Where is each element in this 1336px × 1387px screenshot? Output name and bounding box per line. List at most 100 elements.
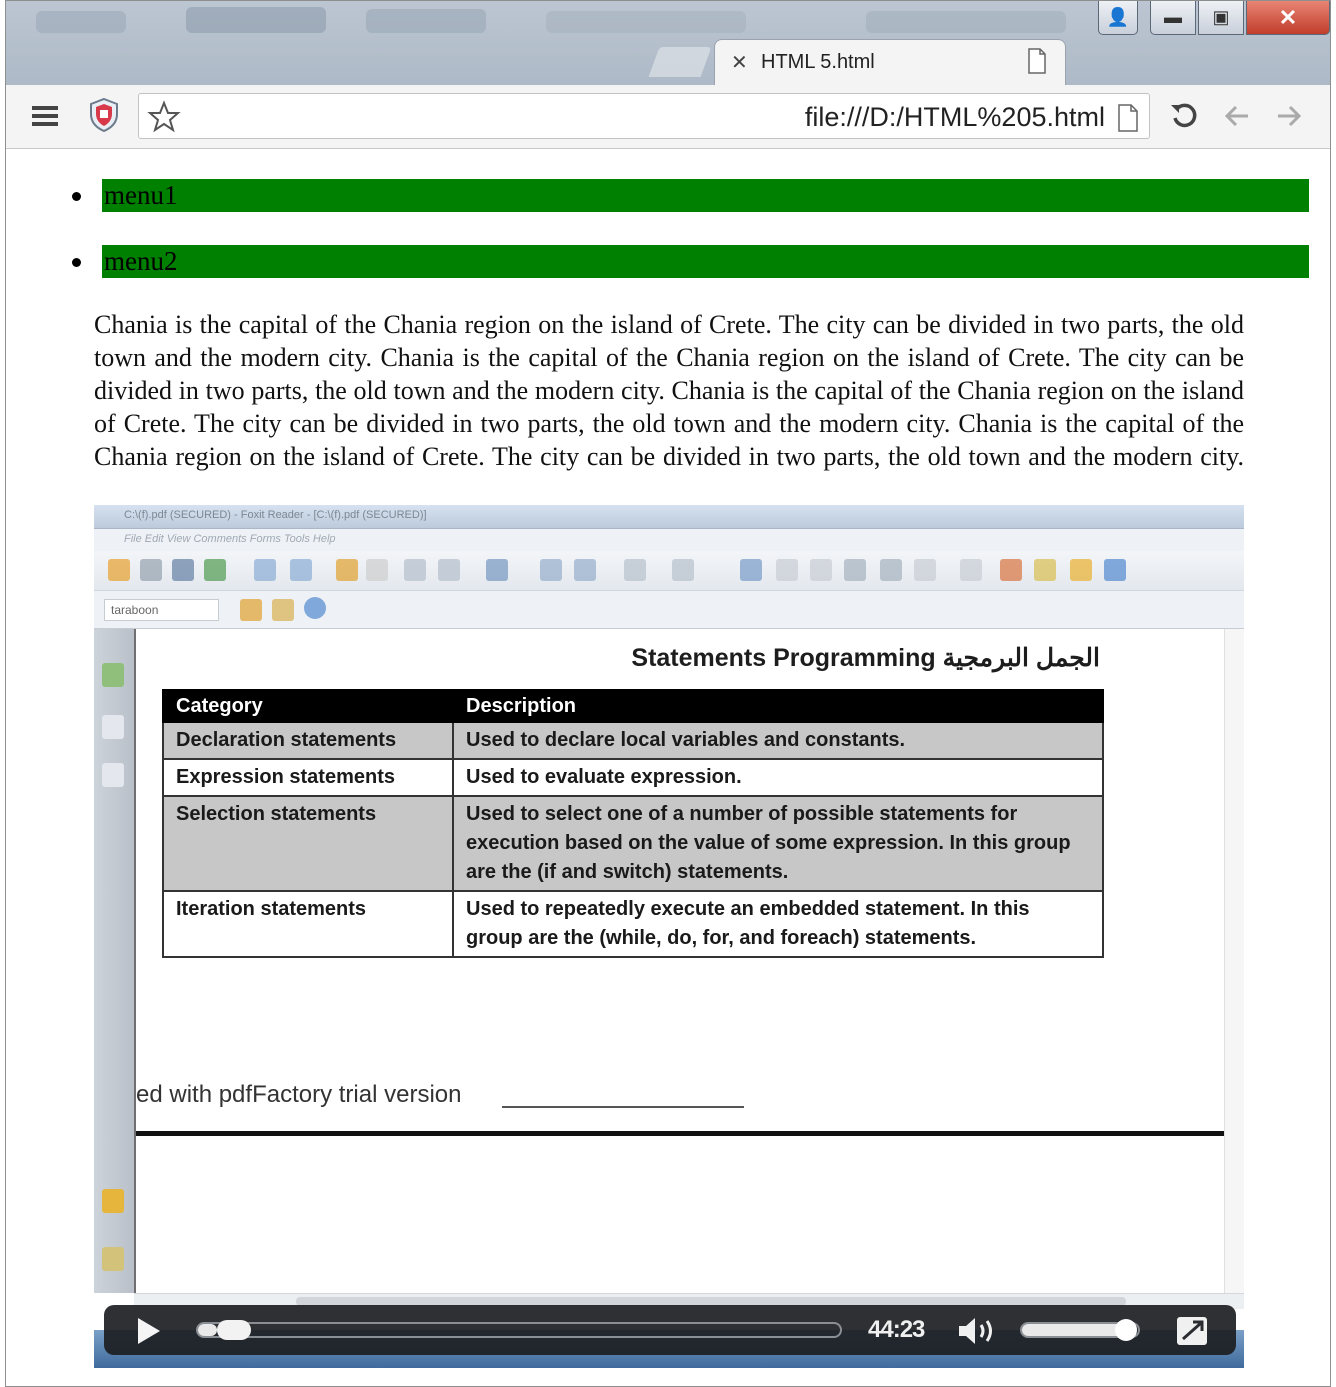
document-heading: Statements Programming الجمل البرمجية bbox=[631, 644, 1100, 672]
pdf-reader-toolbar bbox=[94, 551, 1244, 591]
fit-page-icon bbox=[540, 559, 562, 581]
title-bar: 👤 ▬ ▣ ✕ ✕ HTML 5.html bbox=[6, 1, 1330, 85]
table-cell-category: Iteration statements bbox=[162, 890, 454, 958]
statements-table: Category Description Declaration stateme… bbox=[162, 689, 1104, 958]
fullscreen-icon[interactable] bbox=[1176, 1316, 1208, 1346]
pages-icon bbox=[102, 715, 124, 739]
close-window-button[interactable]: ✕ bbox=[1246, 1, 1330, 35]
seek-bar-fill bbox=[198, 1324, 218, 1336]
shield-icon[interactable] bbox=[88, 97, 120, 133]
blurred-background bbox=[36, 11, 126, 33]
tab-close-icon[interactable]: ✕ bbox=[731, 50, 748, 75]
table-header: Description bbox=[452, 689, 1104, 723]
rotate-right-icon bbox=[438, 559, 460, 581]
volume-fill bbox=[1022, 1324, 1127, 1336]
table-cell-description: Used to evaluate expression. bbox=[452, 758, 1104, 797]
layers-icon bbox=[102, 763, 124, 787]
volume-handle[interactable] bbox=[1115, 1319, 1138, 1341]
bookmarks-icon bbox=[102, 663, 124, 687]
table-cell-category: Declaration statements bbox=[162, 721, 454, 760]
hamburger-menu-icon[interactable] bbox=[30, 101, 60, 131]
menu-item-2[interactable]: menu2 bbox=[72, 245, 1309, 278]
snapshot-icon bbox=[810, 559, 832, 581]
volume-slider[interactable] bbox=[1020, 1319, 1140, 1341]
tool-icon bbox=[272, 599, 294, 621]
vertical-scrollbar[interactable] bbox=[1224, 629, 1244, 1293]
page-separator bbox=[136, 1131, 1224, 1136]
rotate-icon bbox=[404, 559, 426, 581]
minimize-icon: ▬ bbox=[1164, 7, 1182, 27]
list-bullet bbox=[72, 258, 81, 267]
volume-icon[interactable] bbox=[956, 1315, 1000, 1347]
tool-icon bbox=[240, 599, 262, 621]
first-page-icon bbox=[254, 559, 276, 581]
seek-bar[interactable] bbox=[196, 1320, 842, 1340]
open-icon bbox=[108, 559, 130, 581]
table-header-row: Category Description bbox=[162, 689, 1104, 723]
fit-width-icon bbox=[574, 559, 596, 581]
maximize-button[interactable]: ▣ bbox=[1198, 1, 1244, 35]
browser-toolbar: file:///D:/HTML%205.html bbox=[6, 85, 1330, 149]
blurred-background bbox=[366, 9, 486, 33]
table-cell-description: Used to select one of a number of possib… bbox=[452, 795, 1104, 892]
minimize-button[interactable]: ▬ bbox=[1150, 1, 1196, 35]
pdf-reader-toolbar-2: taraboon bbox=[94, 591, 1244, 629]
list-bullet bbox=[72, 192, 81, 201]
note-icon bbox=[914, 559, 936, 581]
pdf-reader-sidebar bbox=[94, 629, 134, 1293]
previous-page-icon bbox=[290, 559, 312, 581]
globe-icon bbox=[304, 597, 326, 619]
forward-arrow-icon[interactable] bbox=[1272, 99, 1306, 133]
back-arrow-icon[interactable] bbox=[1220, 99, 1254, 133]
zoom-in-icon bbox=[672, 559, 694, 581]
pdf-reader-menu: File Edit View Comments Forms Tools Help bbox=[124, 533, 336, 545]
window-controls: 👤 ▬ ▣ ✕ bbox=[1098, 1, 1330, 35]
forward-icon bbox=[366, 559, 388, 581]
table-row: Expression statements Used to evaluate e… bbox=[162, 758, 1104, 797]
close-icon: ✕ bbox=[1278, 4, 1298, 30]
reload-icon[interactable] bbox=[1168, 99, 1202, 133]
video-player[interactable]: C:\(f).pdf (SECURED) - Foxit Reader - [C… bbox=[94, 505, 1244, 1368]
attachment-icon bbox=[102, 1247, 124, 1271]
menu-item-1[interactable]: menu1 bbox=[72, 179, 1309, 212]
user-button[interactable]: 👤 bbox=[1098, 1, 1138, 35]
select-text-icon bbox=[776, 559, 798, 581]
typewriter-icon bbox=[880, 559, 902, 581]
save-icon bbox=[140, 559, 162, 581]
arrow-icon bbox=[1104, 559, 1126, 581]
menu-item-label: menu1 bbox=[104, 180, 178, 210]
pdffactory-footer: ed with pdfFactory trial version bbox=[136, 1081, 462, 1108]
user-icon: 👤 bbox=[1106, 7, 1130, 27]
seek-handle[interactable] bbox=[217, 1320, 252, 1340]
browser-window: 👤 ▬ ▣ ✕ ✕ HTML 5.html file:///D:/HTML%20… bbox=[5, 0, 1331, 1387]
pdf-reader-menu-bar: File Edit View Comments Forms Tools Help bbox=[94, 529, 1244, 551]
folder-icon bbox=[102, 1189, 124, 1213]
tab-html5[interactable]: ✕ HTML 5.html bbox=[714, 39, 1066, 85]
address-bar[interactable]: file:///D:/HTML%205.html bbox=[138, 93, 1150, 139]
table-cell-category: Expression statements bbox=[162, 758, 454, 797]
zoom-field: taraboon bbox=[104, 599, 219, 621]
chania-paragraph: Chania is the capital of the Chania regi… bbox=[94, 310, 1244, 471]
pdf-page: Statements Programming الجمل البرمجية Ca… bbox=[134, 629, 1244, 1293]
new-tab-button[interactable] bbox=[648, 47, 712, 77]
pdf-reader-title: C:\(f).pdf (SECURED) - Foxit Reader - [C… bbox=[124, 509, 427, 521]
zoom-out-icon bbox=[624, 559, 646, 581]
table-cell-description: Used to declare local variables and cons… bbox=[452, 721, 1104, 760]
print-icon bbox=[172, 559, 194, 581]
table-header: Category bbox=[162, 689, 454, 723]
bookmark-star-icon[interactable] bbox=[147, 100, 181, 134]
stamp-icon bbox=[1034, 559, 1056, 581]
attach-icon bbox=[960, 559, 982, 581]
table-cell-category: Selection statements bbox=[162, 795, 454, 892]
play-icon[interactable] bbox=[132, 1315, 164, 1347]
url-text[interactable]: file:///D:/HTML%205.html bbox=[805, 102, 1105, 133]
table-cell-description: Used to repeatedly execute an embedded s… bbox=[452, 890, 1104, 958]
time-display: 44:23 bbox=[868, 1316, 925, 1343]
table-row: Declaration statements Used to declare l… bbox=[162, 721, 1104, 760]
edit-icon bbox=[1000, 559, 1022, 581]
back-icon bbox=[336, 559, 358, 581]
table-row: Selection statements Used to select one … bbox=[162, 795, 1104, 892]
comment-icon bbox=[1070, 559, 1092, 581]
table-row: Iteration statements Used to repeatedly … bbox=[162, 890, 1104, 958]
blurred-background bbox=[186, 7, 326, 33]
